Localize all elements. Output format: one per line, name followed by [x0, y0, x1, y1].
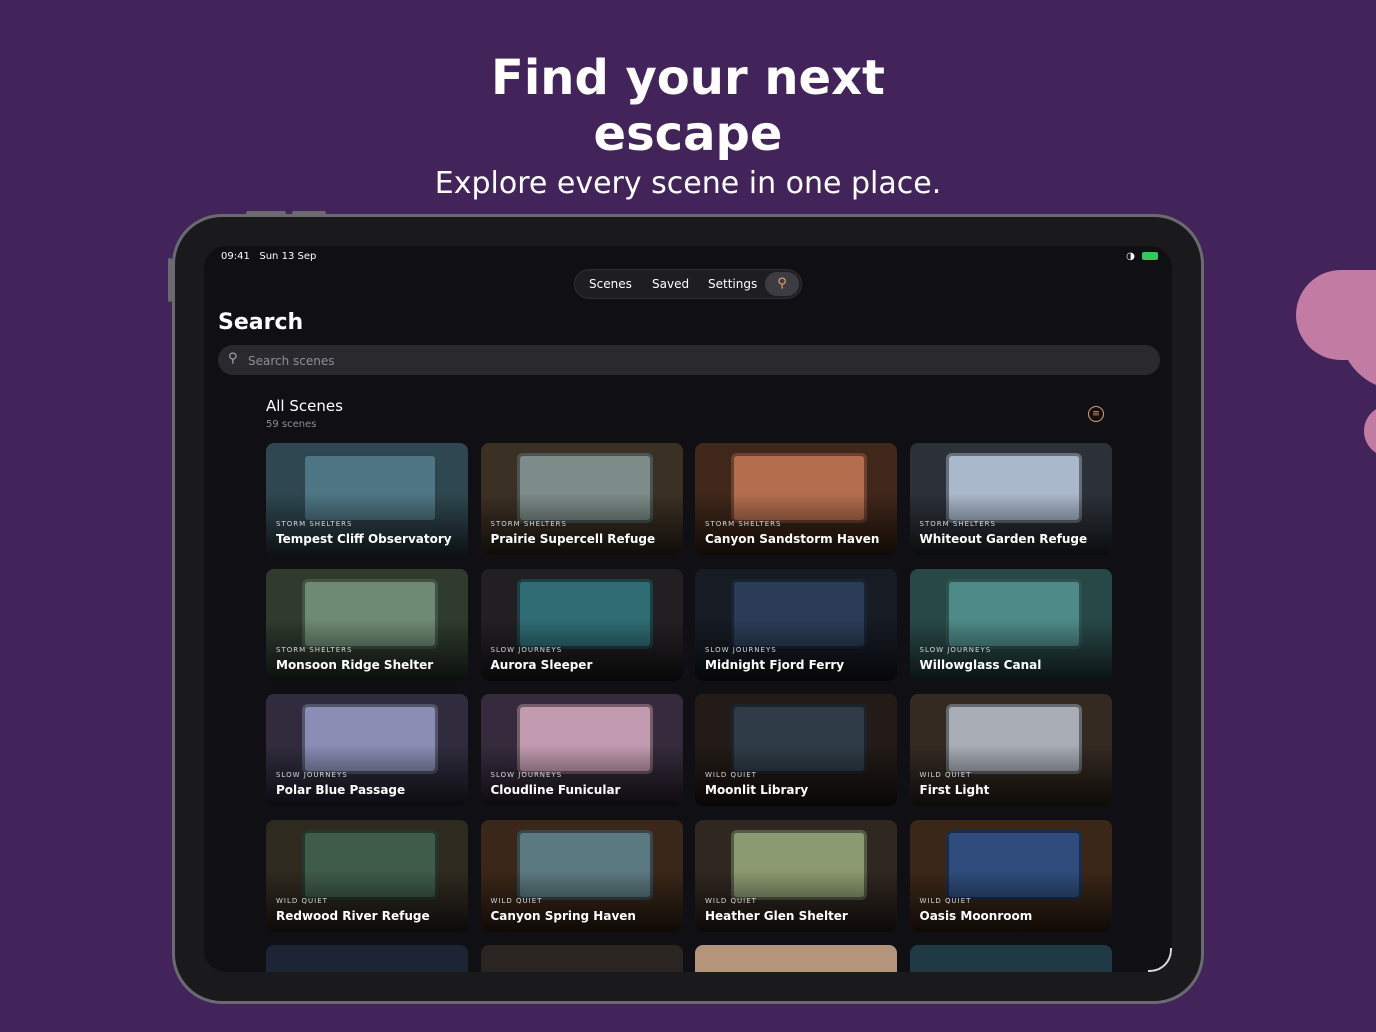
section-title: All Scenes [266, 397, 343, 415]
scene-title: Tempest Cliff Observatory [276, 532, 452, 546]
scene-card[interactable]: STORM SHELTERS Prairie Supercell Refuge [480, 443, 683, 555]
scene-category: SLOW JOURNEYS [705, 645, 777, 654]
scene-category: SLOW JOURNEYS [276, 771, 348, 779]
scene-title: Aurora Sleeper [490, 657, 593, 672]
nav-search-button[interactable]: ⚲ [765, 272, 799, 296]
tab-scenes[interactable]: Scenes [589, 270, 632, 298]
promo-headline: Find your next escape [0, 50, 1376, 162]
scene-title: Whiteout Garden Refuge [919, 532, 1088, 546]
decorative-blob [1340, 330, 1376, 390]
scene-title: Monsoon Ridge Shelter [276, 657, 434, 672]
scene-card[interactable]: SLOW JOURNEYS Polar Blue Passage [266, 694, 468, 806]
promo-headline-line1: Find your next [491, 50, 885, 106]
scene-category: WILD QUIET [276, 896, 328, 905]
scene-card[interactable]: SLOW JOURNEYS Midnight Fjord Ferry [695, 568, 897, 681]
promo-headline-line2: escape [593, 106, 783, 162]
scene-category: WILD QUIET [705, 896, 757, 905]
app-screen: 09:41 Sun 13 Sep ◑ Scenes Saved Settings… [204, 246, 1172, 972]
scene-card[interactable]: WILD QUIET First Light [909, 694, 1112, 806]
scene-category: STORM SHELTERS [919, 520, 996, 528]
scene-card[interactable] [695, 945, 897, 972]
scene-category: SLOW JOURNEYS [919, 645, 992, 654]
scene-category: WILD QUIET [490, 896, 543, 905]
scene-title: Redwood River Refuge [276, 908, 430, 923]
scene-card[interactable]: STORM SHELTERS Tempest Cliff Observatory [266, 443, 468, 555]
search-input[interactable] [246, 345, 1130, 377]
scene-title: Willowglass Canal [919, 657, 1042, 672]
scene-card[interactable]: SLOW JOURNEYS Willowglass Canal [909, 568, 1112, 681]
tablet-button [292, 211, 326, 215]
scene-card[interactable] [909, 945, 1112, 972]
scene-card[interactable]: WILD QUIET Redwood River Refuge [266, 819, 468, 932]
tablet-button [168, 258, 172, 302]
scene-category: SLOW JOURNEYS [490, 645, 563, 654]
scene-card[interactable]: SLOW JOURNEYS Aurora Sleeper [480, 568, 683, 681]
status-date: Sun 13 Sep [259, 251, 317, 262]
scene-title: First Light [919, 783, 990, 797]
scene-card[interactable]: STORM SHELTERS Canyon Sandstorm Haven [695, 443, 897, 555]
scene-card[interactable]: STORM SHELTERS Monsoon Ridge Shelter [266, 568, 468, 681]
scene-category: SLOW JOURNEYS [490, 771, 563, 779]
scene-title: Oasis Moonroom [919, 908, 1033, 923]
scene-card[interactable]: WILD QUIET Heather Glen Shelter [695, 819, 897, 932]
scene-category: STORM SHELTERS [490, 520, 567, 528]
tablet-button [246, 211, 286, 215]
scene-category: WILD QUIET [919, 896, 972, 905]
scene-card[interactable]: WILD QUIET Oasis Moonroom [909, 819, 1112, 932]
top-nav: Scenes Saved Settings ⚲ [574, 269, 802, 299]
scene-card[interactable]: SLOW JOURNEYS Cloudline Funicular [480, 694, 683, 806]
search-bar: ⚲ [218, 345, 1160, 377]
scene-card[interactable] [266, 945, 468, 972]
status-clock: 09:41 [221, 251, 250, 262]
tab-saved[interactable]: Saved [652, 270, 689, 298]
scene-title: Heather Glen Shelter [705, 908, 848, 923]
scene-title: Canyon Sandstorm Haven [705, 532, 880, 546]
scene-title: Polar Blue Passage [276, 783, 406, 797]
scene-category: WILD QUIET [705, 771, 757, 779]
tab-settings[interactable]: Settings [708, 270, 757, 298]
battery-icon [1142, 252, 1158, 260]
scene-category: STORM SHELTERS [276, 520, 353, 528]
scene-title: Midnight Fjord Ferry [705, 657, 845, 672]
scene-card[interactable]: STORM SHELTERS Whiteout Garden Refuge [909, 443, 1112, 555]
scene-category: WILD QUIET [919, 771, 972, 779]
scene-title: Prairie Supercell Refuge [490, 532, 656, 546]
scene-category: STORM SHELTERS [705, 520, 782, 528]
page-title: Search [218, 310, 304, 335]
scene-card[interactable]: WILD QUIET Moonlit Library [695, 694, 897, 806]
scene-category: STORM SHELTERS [276, 645, 353, 654]
search-icon: ⚲ [228, 351, 238, 366]
wifi-icon: ◑ [1126, 251, 1135, 262]
scene-card[interactable]: WILD QUIET Canyon Spring Haven [480, 819, 683, 932]
decorative-blob [1364, 405, 1376, 457]
search-icon: ⚲ [777, 276, 787, 291]
section-count: 59 scenes [266, 419, 317, 430]
scene-title: Canyon Spring Haven [490, 908, 636, 923]
status-icons: ◑ [1126, 251, 1158, 262]
scene-title: Moonlit Library [705, 783, 809, 797]
promo-subheadline: Explore every scene in one place. [434, 166, 942, 201]
filter-icon[interactable]: ≡ [1088, 406, 1104, 422]
status-time: 09:41 Sun 13 Sep [221, 251, 316, 262]
scene-card[interactable] [480, 945, 683, 972]
scene-title: Cloudline Funicular [490, 783, 621, 797]
